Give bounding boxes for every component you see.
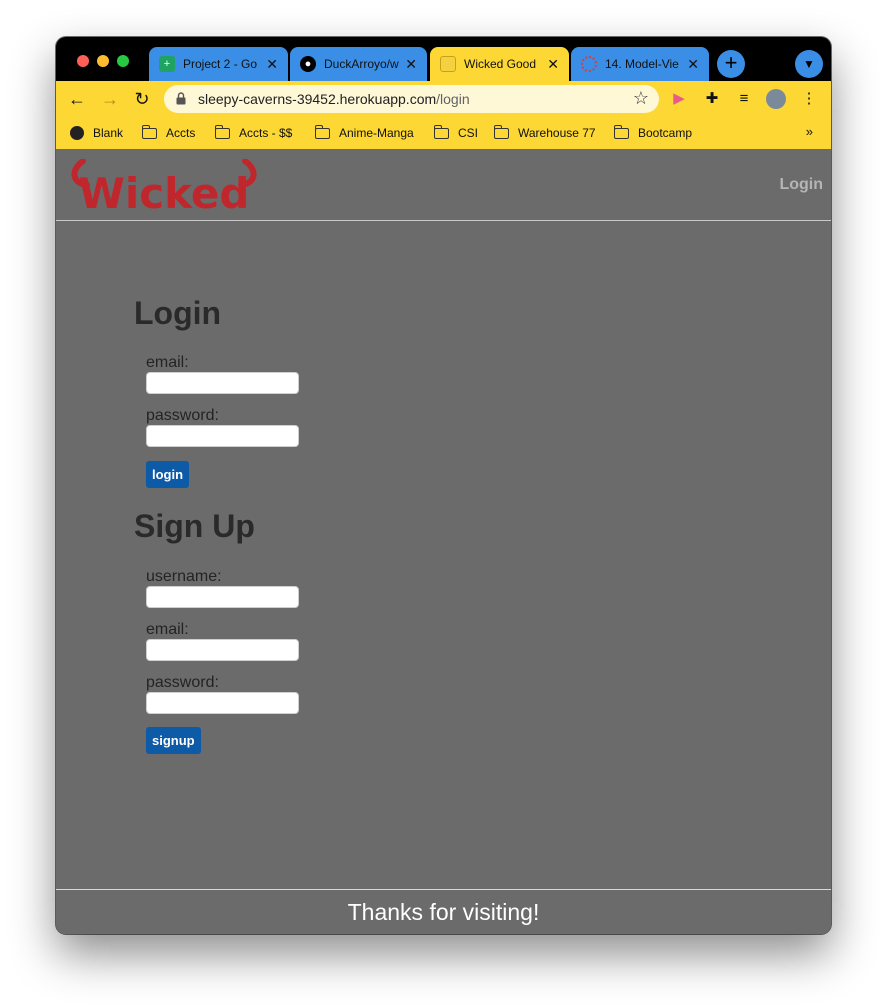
url-text: sleepy-caverns-39452.herokuapp.com/login bbox=[198, 91, 470, 107]
signup-button[interactable]: signup bbox=[146, 727, 201, 754]
close-window-button[interactable] bbox=[77, 55, 89, 67]
login-heading: Login bbox=[134, 295, 222, 331]
bookmark-accts[interactable]: Accts bbox=[141, 124, 196, 142]
folder-icon bbox=[214, 124, 230, 139]
video-extension-icon[interactable]: ▶ bbox=[669, 89, 689, 109]
close-tab-icon[interactable]: ✕ bbox=[266, 56, 278, 72]
bookmark-label: Blank bbox=[93, 126, 124, 140]
bookmark-warehouse-77[interactable]: Warehouse 77 bbox=[493, 124, 596, 142]
bookmark-label: Accts - $$ bbox=[239, 126, 293, 140]
folder-icon bbox=[141, 124, 157, 139]
bookmarks-bar: Blank Accts Accts - $$ Anime-Manga CSI W… bbox=[56, 117, 831, 149]
login-password-label: password: bbox=[146, 407, 219, 424]
sponge-icon bbox=[440, 56, 456, 72]
tab-wicked-good[interactable]: Wicked Good ✕ bbox=[430, 47, 569, 81]
browser-toolbar: ← → ↻ sleepy-caverns-39452.herokuapp.com… bbox=[56, 81, 831, 117]
puzzle-extensions-icon[interactable]: ✚ bbox=[702, 89, 722, 109]
folder-icon bbox=[314, 124, 330, 139]
signup-email-label: email: bbox=[146, 621, 189, 638]
folder-icon bbox=[433, 124, 449, 139]
tab-title: Wicked Good bbox=[464, 57, 537, 71]
signup-username-input[interactable] bbox=[146, 586, 299, 608]
bookmark-label: Warehouse 77 bbox=[518, 126, 596, 140]
tab-strip: + Project 2 - Go ✕ ● DuckArroyo/w ✕ Wick… bbox=[56, 37, 831, 81]
bookmark-accts-money[interactable]: Accts - $$ bbox=[214, 124, 293, 142]
signup-password-label: password: bbox=[146, 674, 219, 691]
bookmark-label: CSI bbox=[458, 126, 479, 140]
minimize-window-button[interactable] bbox=[97, 55, 109, 67]
site-footer: Thanks for visiting! bbox=[56, 889, 831, 934]
bookmark-label: Anime-Manga bbox=[339, 126, 414, 140]
footer-text: Thanks for visiting! bbox=[347, 899, 540, 925]
more-bookmarks-chevron-icon[interactable]: » bbox=[806, 124, 813, 139]
site-header: Wicked Login bbox=[56, 149, 831, 221]
bookmark-label: Bootcamp bbox=[638, 126, 693, 140]
forward-arrow-icon[interactable]: → bbox=[98, 87, 122, 111]
maximize-window-button[interactable] bbox=[117, 55, 129, 67]
tab-project-2[interactable]: + Project 2 - Go ✕ bbox=[149, 47, 288, 81]
circle-icon bbox=[581, 56, 597, 72]
profile-avatar[interactable] bbox=[766, 89, 786, 109]
bookmark-label: Accts bbox=[166, 126, 196, 140]
signup-email-input[interactable] bbox=[146, 639, 299, 661]
folder-icon bbox=[493, 124, 509, 139]
close-tab-icon[interactable]: ✕ bbox=[687, 56, 699, 72]
sheets-icon: + bbox=[159, 56, 175, 72]
bookmark-bootcamp[interactable]: Bootcamp bbox=[613, 124, 693, 142]
bookmark-blank[interactable]: Blank bbox=[70, 124, 123, 142]
login-button[interactable]: login bbox=[146, 461, 190, 488]
bookmark-anime-manga[interactable]: Anime-Manga bbox=[314, 124, 414, 142]
bookmark-csi[interactable]: CSI bbox=[433, 124, 479, 142]
lock-icon bbox=[176, 92, 186, 105]
close-tab-icon[interactable]: ✕ bbox=[405, 56, 417, 72]
new-tab-button[interactable]: + bbox=[717, 50, 745, 78]
signup-password-input[interactable] bbox=[146, 692, 299, 714]
login-email-label: email: bbox=[146, 354, 189, 371]
folder-icon bbox=[613, 124, 629, 139]
globe-icon bbox=[70, 126, 84, 140]
tab-search-chevron-icon[interactable]: ▼ bbox=[795, 50, 823, 78]
signup-username-label: username: bbox=[146, 568, 222, 585]
more-menu-icon[interactable]: ⋮ bbox=[799, 89, 819, 109]
tab-title: 14. Model-Vie bbox=[605, 57, 679, 71]
tab-github[interactable]: ● DuckArroyo/w ✕ bbox=[290, 47, 427, 81]
signup-heading: Sign Up bbox=[134, 508, 255, 544]
url-host: sleepy-caverns-39452.herokuapp.com bbox=[198, 91, 437, 107]
media-queue-icon[interactable]: ≡ bbox=[734, 89, 754, 109]
logo-text: Wicked bbox=[79, 169, 250, 213]
tab-title: Project 2 - Go bbox=[183, 57, 258, 71]
reload-icon[interactable]: ↻ bbox=[130, 87, 154, 111]
page-content: Wicked Login Login email: password: logi… bbox=[56, 149, 831, 934]
nav-login-link[interactable]: Login bbox=[779, 176, 823, 194]
tab-model-view[interactable]: 14. Model-Vie ✕ bbox=[571, 47, 709, 81]
bookmark-star-icon[interactable]: ☆ bbox=[633, 88, 649, 109]
browser-window: + Project 2 - Go ✕ ● DuckArroyo/w ✕ Wick… bbox=[56, 37, 831, 934]
address-bar[interactable]: sleepy-caverns-39452.herokuapp.com/login… bbox=[164, 85, 659, 113]
tab-title: DuckArroyo/w bbox=[324, 57, 399, 71]
login-password-input[interactable] bbox=[146, 425, 299, 447]
url-path: /login bbox=[436, 91, 470, 107]
close-tab-icon[interactable]: ✕ bbox=[547, 56, 559, 72]
back-arrow-icon[interactable]: ← bbox=[65, 87, 89, 111]
github-icon: ● bbox=[300, 56, 316, 72]
login-email-input[interactable] bbox=[146, 372, 299, 394]
wicked-logo: Wicked bbox=[71, 159, 257, 213]
